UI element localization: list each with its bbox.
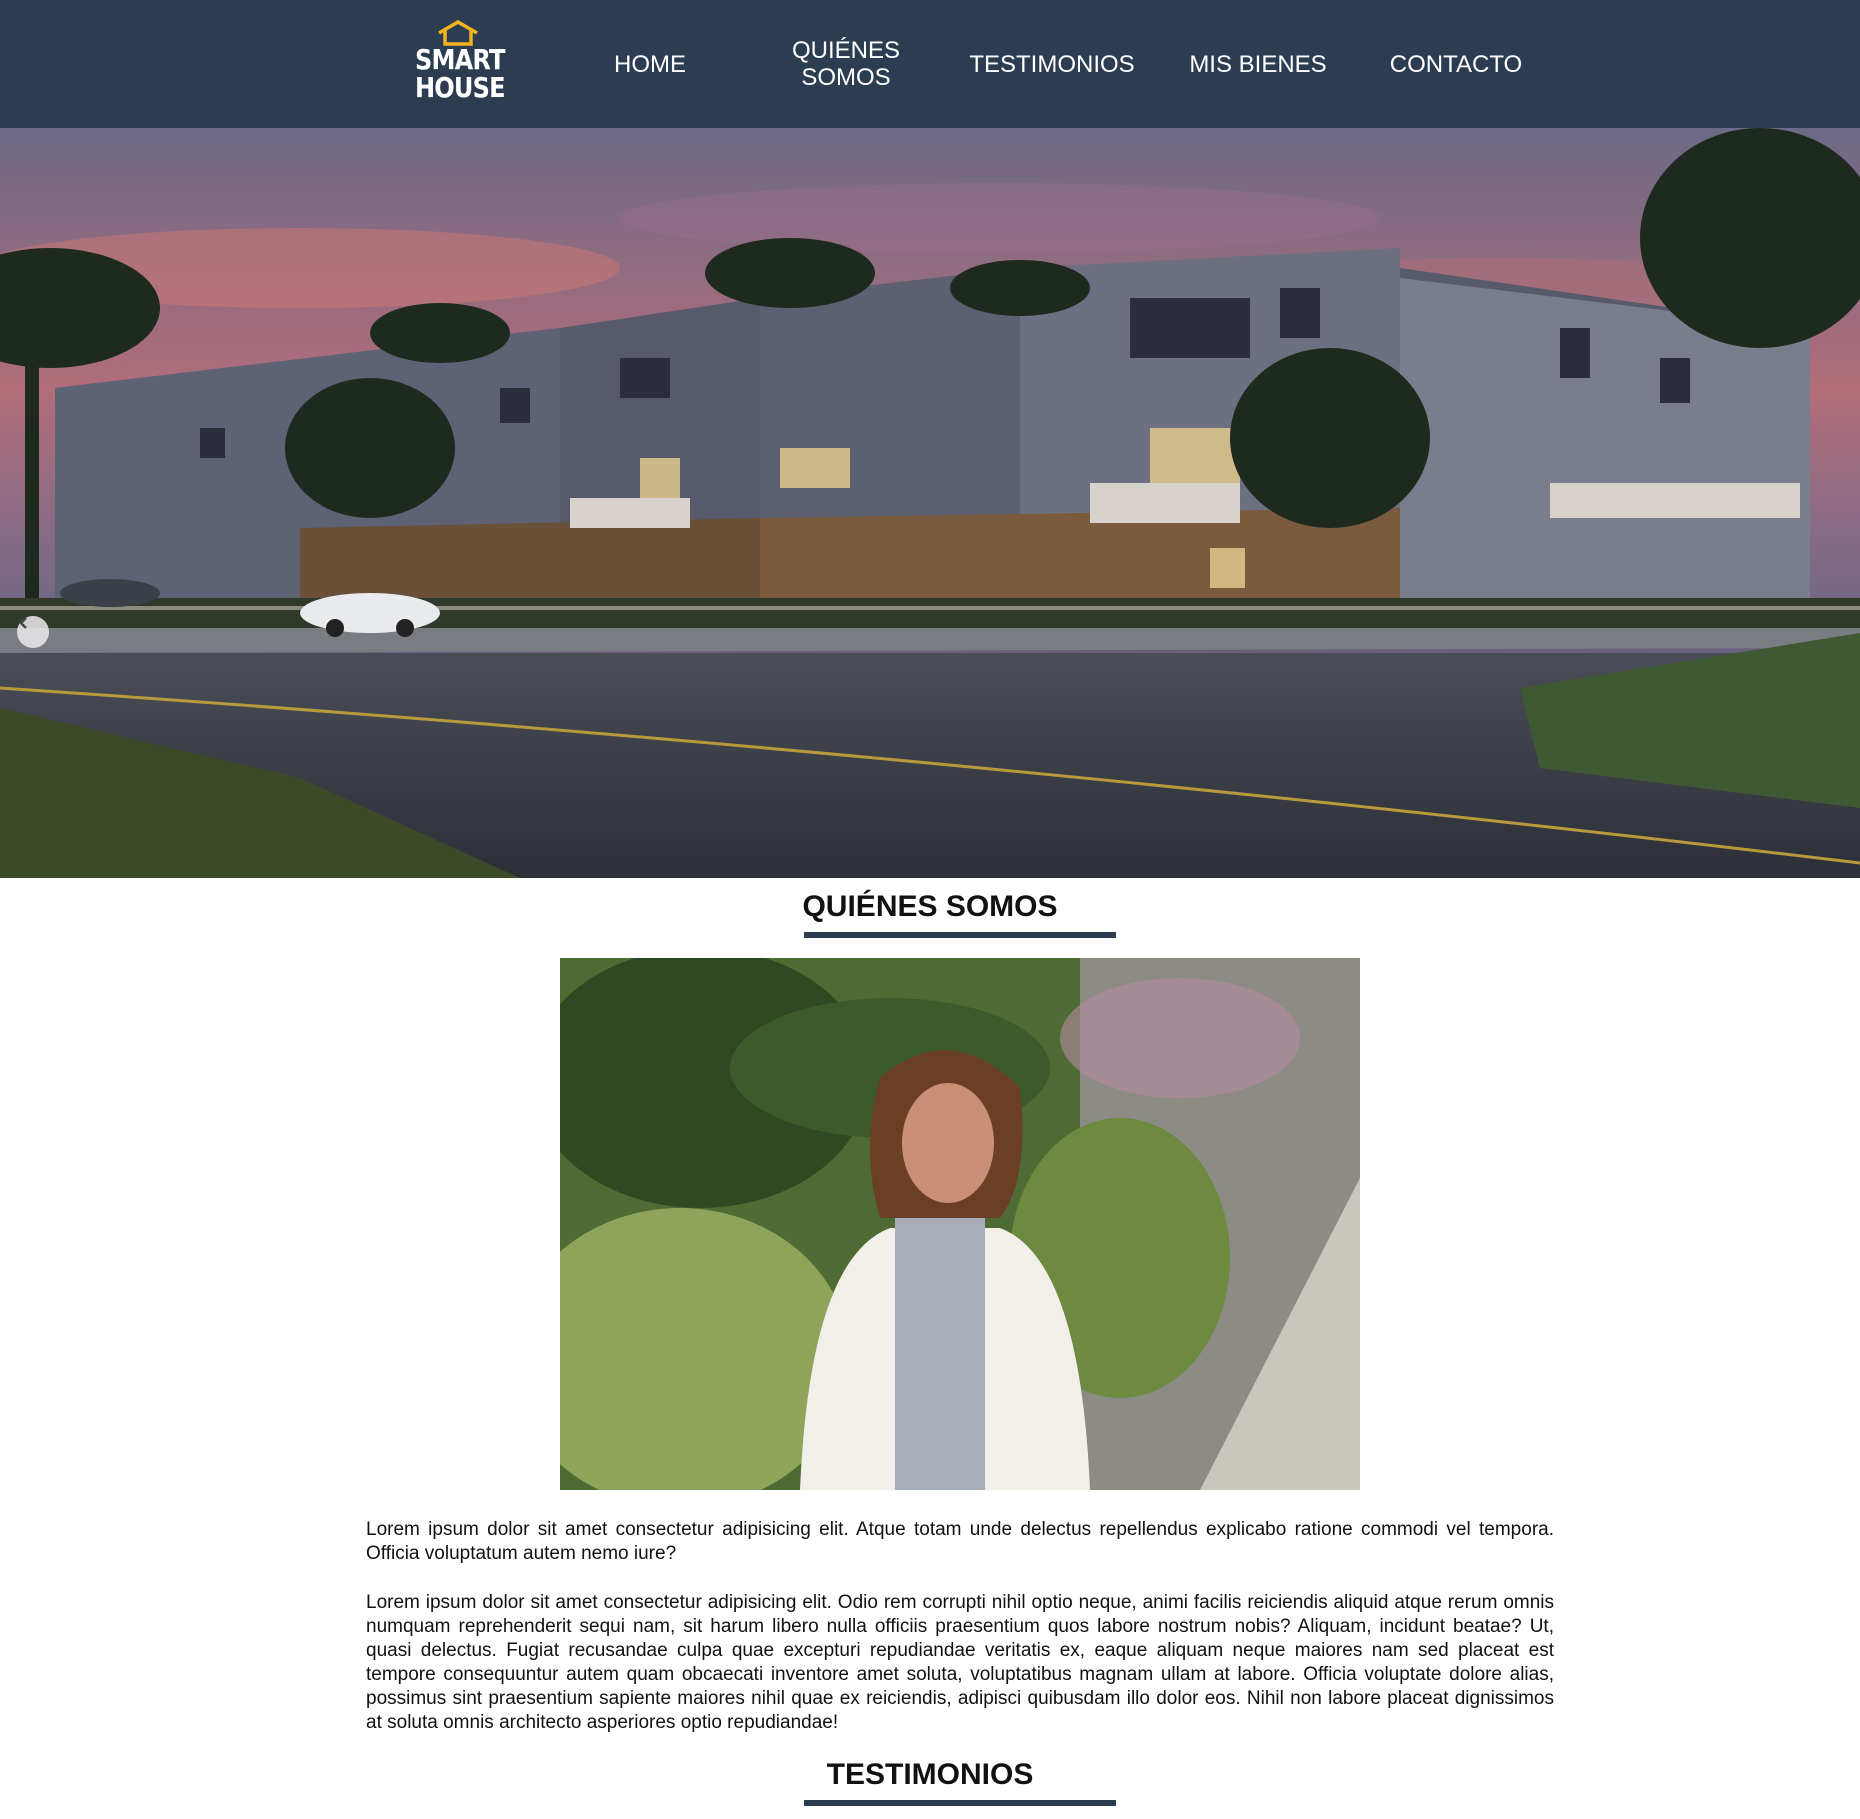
about-title-underline [804, 932, 1116, 938]
nav-quienes-somos[interactable]: QUIÉNES SOMOS [776, 0, 916, 128]
logo-line-2: HOUSE [415, 71, 506, 104]
chevron-left-icon [19, 617, 27, 629]
hero-carousel [0, 128, 1860, 878]
testimonials-section-title: TESTIMONIOS [826, 1758, 1034, 1791]
agent-portrait-photo [560, 958, 1360, 1490]
nav-mis-bienes[interactable]: MIS BIENES [1180, 0, 1336, 128]
top-navigation-bar: SMART HOUSE HOME QUIÉNES SOMOS TESTIMONI… [0, 0, 1860, 128]
nav-testimonios[interactable]: TESTIMONIOS [968, 0, 1136, 128]
smart-house-logo[interactable]: SMART HOUSE [408, 20, 508, 112]
testimonials-title-underline [804, 1800, 1116, 1806]
carousel-prev-button[interactable] [17, 616, 49, 648]
nav-contacto[interactable]: CONTACTO [1378, 0, 1534, 128]
logo-line-1: SMART [415, 43, 505, 76]
about-paragraph-1: Lorem ipsum dolor sit amet consectetur a… [366, 1519, 1554, 1564]
about-section-title: QUIÉNES SOMOS [802, 890, 1058, 923]
hero-townhouses-image [0, 128, 1860, 878]
nav-home[interactable]: HOME [590, 0, 710, 128]
about-paragraph-2: Lorem ipsum dolor sit amet consectetur a… [366, 1592, 1554, 1733]
